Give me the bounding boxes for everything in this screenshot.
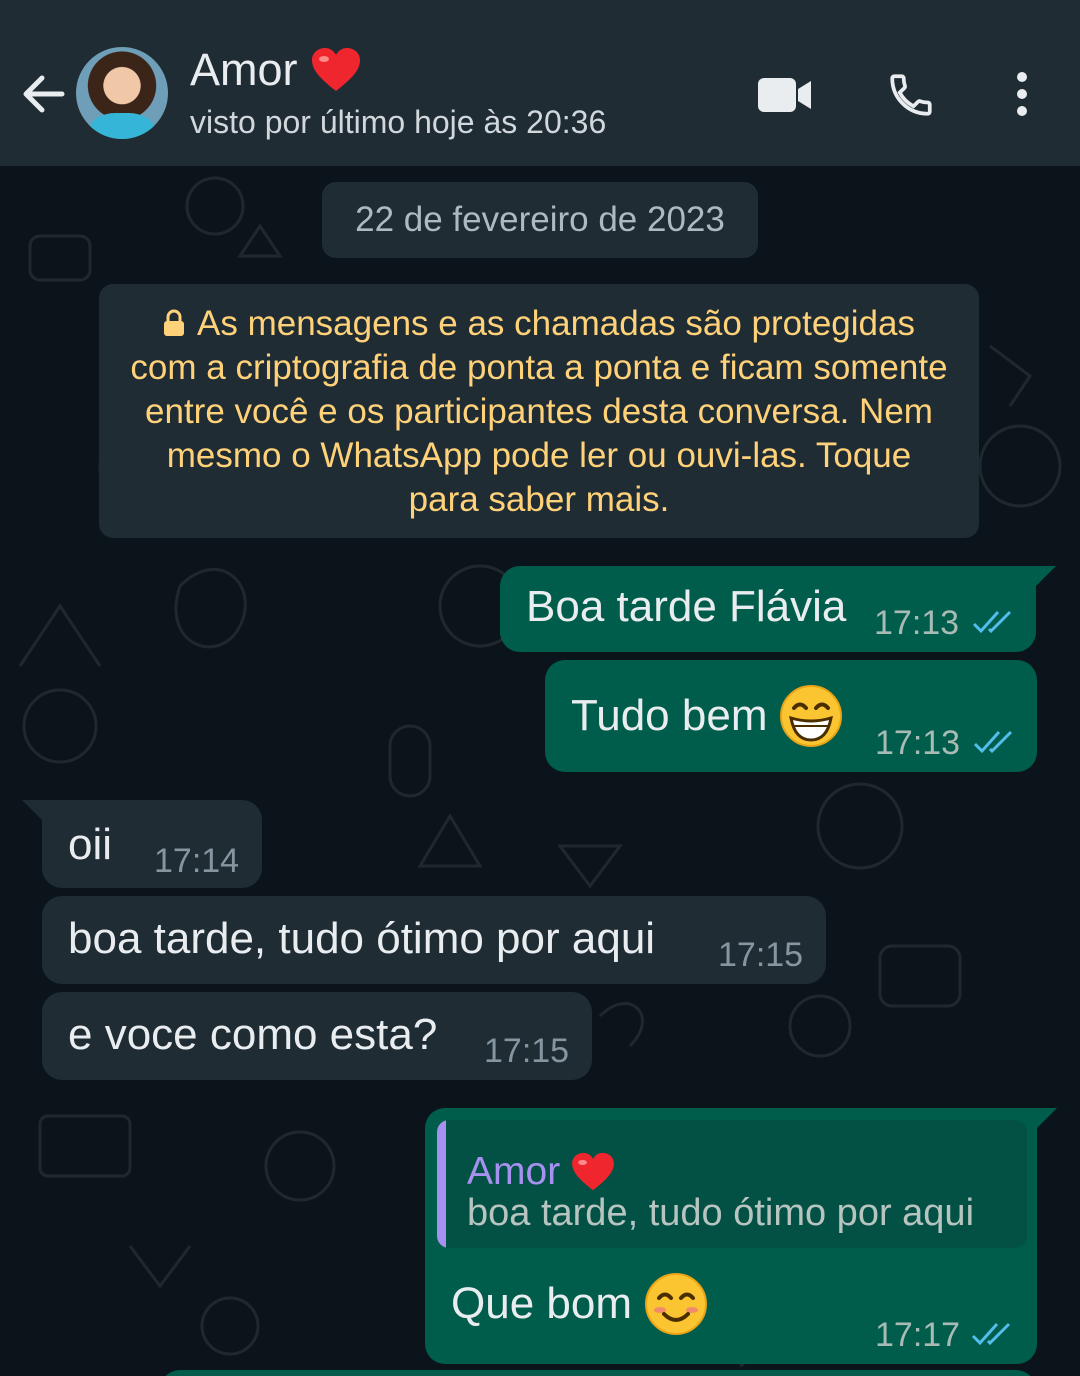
message-text: oii [68, 820, 113, 869]
contact-name: Amor [190, 44, 298, 95]
bubble-tail [1034, 566, 1056, 588]
chat-area[interactable]: 22 de fevereiro de 2023 As mensagens e a… [0, 166, 1080, 1376]
bubble-tail [22, 800, 44, 822]
message-bubble-outgoing[interactable]: Tudo bem 17:13 [545, 660, 1037, 772]
bubble-tail [1035, 1108, 1057, 1130]
message-bubble-incoming[interactable]: oii 17:14 [22, 800, 262, 888]
contact-avatar[interactable] [76, 47, 168, 139]
contact-name-row[interactable]: Amor [190, 44, 362, 96]
quoted-sender-name: Amor [467, 1150, 561, 1193]
quoted-message[interactable]: Amor boa tarde, tudo ótimo por aqui [437, 1120, 1027, 1248]
message-text: Tudo bem [571, 691, 768, 740]
encryption-notice-text: As mensagens e as chamadas são protegida… [130, 304, 948, 519]
message-bubble-incoming[interactable]: boa tarde, tudo ótimo por aqui 17:15 [42, 896, 826, 984]
heart-emoji-icon [572, 1152, 615, 1191]
read-receipt-icon [971, 1322, 1011, 1346]
back-arrow-icon[interactable] [18, 66, 68, 122]
message-bubble-outgoing[interactable]: Boa tarde Flávia 17:13 [500, 566, 1056, 652]
voice-call-icon[interactable] [886, 70, 936, 120]
message-text-row: Que bom [451, 1272, 708, 1336]
chat-header: Amor visto por último hoje às 20:36 [0, 0, 1080, 166]
quoted-sender-row: Amor [467, 1150, 616, 1194]
lock-icon [164, 309, 185, 336]
quoted-message-text: boa tarde, tudo ótimo por aqui [467, 1192, 975, 1234]
message-text: Boa tarde Flávia [526, 582, 847, 631]
message-bubble-incoming[interactable]: e voce como esta? 17:15 [42, 992, 592, 1080]
message-text: boa tarde, tudo ótimo por aqui [68, 914, 656, 963]
message-text: Que bom [451, 1279, 632, 1328]
message-time: 17:15 [718, 936, 804, 974]
grinning-face-emoji-icon [780, 685, 843, 747]
message-time: 17:13 [875, 724, 961, 762]
date-separator: 22 de fevereiro de 2023 [322, 182, 758, 258]
last-seen-status: visto por último hoje às 20:36 [190, 104, 607, 140]
message-bubble-outgoing-reply[interactable]: Amor boa tarde, tudo ótimo por aqui Que … [425, 1108, 1057, 1364]
quote-accent-bar [437, 1120, 446, 1248]
read-receipt-icon [973, 730, 1013, 754]
message-time: 17:15 [484, 1032, 570, 1070]
message-bubble-outgoing-partial[interactable] [160, 1370, 1036, 1376]
heart-emoji-icon [311, 48, 360, 91]
more-options-icon[interactable] [1010, 70, 1034, 118]
encryption-notice[interactable]: As mensagens e as chamadas são protegida… [99, 284, 979, 538]
video-call-icon[interactable] [756, 76, 814, 114]
message-time: 17:17 [875, 1316, 961, 1354]
message-text: e voce como esta? [68, 1010, 438, 1059]
read-receipt-icon [972, 610, 1012, 634]
message-text-row: Tudo bem [571, 684, 843, 748]
message-time: 17:13 [874, 604, 960, 642]
message-time: 17:14 [154, 842, 240, 880]
smiling-face-emoji-icon [644, 1273, 707, 1335]
